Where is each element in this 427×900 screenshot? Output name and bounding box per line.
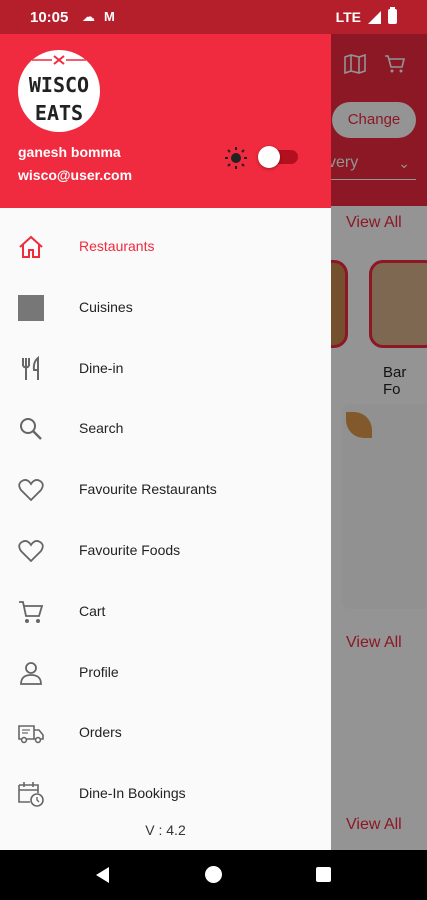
menu-item-cart[interactable]: Cart	[0, 581, 331, 642]
fork-knife-icon	[22, 355, 39, 380]
search-icon	[20, 418, 42, 441]
svg-text:WISCO: WISCO	[29, 73, 89, 97]
heart-icon	[18, 540, 44, 563]
user-name: ganesh bomma	[18, 144, 121, 160]
menu-item-label: Dine-In Bookings	[79, 785, 186, 802]
system-navigation-bar	[0, 850, 427, 900]
back-icon[interactable]	[96, 867, 109, 883]
menu-item-label: Cuisines	[79, 298, 133, 315]
heart-icon	[18, 479, 44, 502]
menu-item-label: Profile	[79, 663, 119, 680]
svg-text:EATS: EATS	[35, 101, 83, 125]
menu-item-profile[interactable]: Profile	[0, 642, 331, 703]
menu-item-favourite-foods[interactable]: Favourite Foods	[0, 520, 331, 581]
toggle-knob	[258, 146, 280, 168]
cart-icon	[19, 600, 44, 623]
signal-icon	[368, 11, 381, 24]
status-time: 10:05	[30, 9, 69, 26]
network-type: LTE	[335, 9, 361, 25]
home-button-icon[interactable]	[205, 866, 222, 883]
delivery-truck-icon	[18, 725, 44, 744]
drawer-header: WISCO EATS ganesh bomma wisco@user.com	[0, 34, 331, 208]
theme-toggle[interactable]	[258, 146, 298, 168]
gmail-icon: M	[104, 9, 115, 24]
user-email: wisco@user.com	[18, 167, 133, 183]
menu-item-cuisines[interactable]: Cuisines	[0, 277, 331, 338]
menu-item-orders[interactable]: Orders	[0, 702, 331, 763]
app-version: V : 4.2	[145, 822, 186, 838]
cloud-icon: ☁	[82, 9, 95, 24]
drawer-menu: Restaurants Cuisines Dine-in Search Favo…	[0, 216, 331, 824]
menu-item-favourite-restaurants[interactable]: Favourite Restaurants	[0, 459, 331, 520]
menu-item-dine-in-bookings[interactable]: Dine-In Bookings	[0, 763, 331, 824]
navigation-drawer: WISCO EATS ganesh bomma wisco@user.com R…	[0, 34, 331, 850]
menu-item-label: Favourite Restaurants	[79, 481, 217, 498]
menu-item-label: Restaurants	[79, 238, 155, 254]
square-icon	[18, 294, 44, 321]
home-icon	[19, 235, 43, 258]
wisco-eats-logo: WISCO EATS	[18, 50, 100, 132]
menu-item-label: Dine-in	[79, 359, 124, 376]
menu-item-label: Search	[79, 420, 124, 437]
menu-item-search[interactable]: Search	[0, 398, 331, 459]
menu-item-dine-in[interactable]: Dine-in	[0, 338, 331, 399]
person-icon	[20, 661, 42, 685]
sun-icon	[225, 147, 247, 169]
battery-icon	[388, 7, 397, 24]
menu-item-label: Orders	[79, 724, 122, 741]
calendar-clock-icon	[18, 782, 44, 807]
status-bar: 10:05 ☁ M LTE	[0, 0, 427, 34]
menu-item-label: Cart	[79, 602, 106, 619]
menu-item-label: Favourite Foods	[79, 541, 181, 558]
recent-apps-icon[interactable]	[316, 867, 331, 882]
menu-item-restaurants[interactable]: Restaurants	[0, 216, 331, 277]
